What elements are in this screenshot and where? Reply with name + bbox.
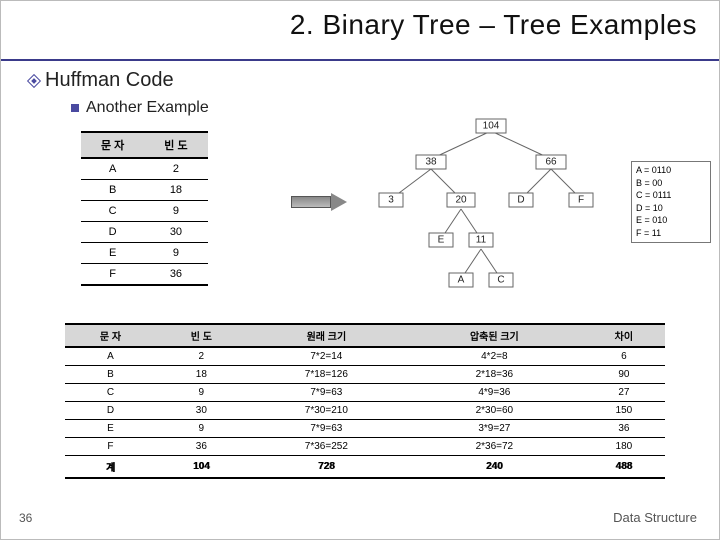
subsection-title: Another Example: [86, 99, 209, 117]
svg-text:66: 66: [545, 157, 557, 168]
tree-node: 20: [447, 193, 475, 207]
table-row: A27*2=144*2=86: [65, 347, 665, 366]
svg-text:11: 11: [476, 235, 487, 246]
tree-node: C: [489, 273, 513, 287]
svg-text:3: 3: [388, 195, 394, 206]
table-row: C97*9=634*9=3627: [65, 384, 665, 402]
svg-text:A: A: [458, 275, 465, 286]
table-row: D30: [81, 222, 208, 243]
slide: 2. Binary Tree – Tree Examples Huffman C…: [0, 0, 720, 540]
huffman-codes-box: A = 0110 B = 00 C = 0111 D = 10 E = 010 …: [631, 161, 711, 243]
svg-text:E: E: [438, 235, 445, 246]
table-header-row: 문 자 빈 도 원래 크기 압축된 크기 차이: [65, 324, 665, 347]
tree-node: D: [509, 193, 533, 207]
title-bar: 2. Binary Tree – Tree Examples: [1, 1, 719, 61]
subsection-row: Another Example: [71, 99, 209, 117]
arrow-right-icon: [291, 193, 351, 211]
tree-node: 3: [379, 193, 403, 207]
svg-text:38: 38: [425, 157, 437, 168]
svg-text:D: D: [517, 195, 524, 206]
table-row: B187*18=1262*18=3690: [65, 366, 665, 384]
col-freq: 빈 도: [144, 132, 207, 158]
huffman-tree: 104 38 66 3 20 D F E 11 A C: [361, 111, 631, 301]
table-header-row: 문 자 빈 도: [81, 132, 208, 158]
svg-text:20: 20: [455, 195, 467, 206]
code-line: F = 11: [636, 227, 706, 240]
code-line: A = 0110: [636, 164, 706, 177]
page-number: 36: [19, 511, 32, 525]
table-row: D307*30=2102*30=60150: [65, 402, 665, 420]
code-line: B = 00: [636, 177, 706, 190]
tree-node: A: [449, 273, 473, 287]
svg-text:F: F: [578, 195, 584, 206]
table-row: C9: [81, 201, 208, 222]
table-sum-row: 계104728240488: [65, 456, 665, 479]
square-bullet-icon: [71, 104, 79, 112]
col-char: 문 자: [81, 132, 144, 158]
svg-text:104: 104: [483, 121, 500, 132]
code-line: D = 10: [636, 202, 706, 215]
svg-text:C: C: [497, 275, 504, 286]
code-line: C = 0111: [636, 189, 706, 202]
tree-node: 11: [469, 233, 493, 247]
tree-node: 38: [416, 155, 446, 169]
section-row: Huffman Code: [29, 69, 174, 92]
page-title: 2. Binary Tree – Tree Examples: [290, 9, 697, 41]
table-row: A2: [81, 158, 208, 180]
code-line: E = 010: [636, 214, 706, 227]
diamond-bullet-icon: [27, 73, 41, 87]
footer-text: Data Structure: [613, 510, 697, 525]
tree-node-root: 104: [476, 119, 506, 133]
tree-node: F: [569, 193, 593, 207]
frequency-table: 문 자 빈 도 A2 B18 C9 D30 E9 F36: [81, 131, 208, 286]
tree-node: 66: [536, 155, 566, 169]
table-row: F367*36=2522*36=72180: [65, 438, 665, 456]
section-title: Huffman Code: [45, 69, 174, 92]
table-row: E97*9=633*9=2736: [65, 420, 665, 438]
table-row: B18: [81, 180, 208, 201]
table-row: E9: [81, 243, 208, 264]
table-row: F36: [81, 264, 208, 286]
compression-table: 문 자 빈 도 원래 크기 압축된 크기 차이 A27*2=144*2=86 B…: [65, 323, 665, 479]
tree-node: E: [429, 233, 453, 247]
